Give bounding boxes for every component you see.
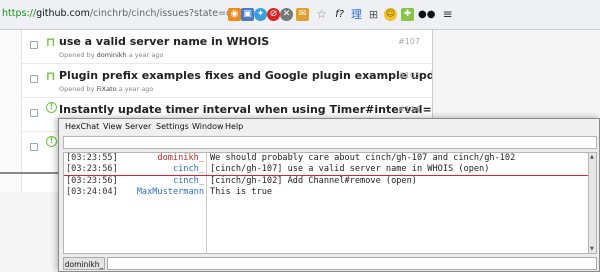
issue-meta: Opened by FiXato a year ago	[59, 85, 154, 93]
open-issue-icon: !	[46, 102, 57, 113]
star-icon[interactable]: ☆	[315, 8, 328, 21]
chat-line: [03:24:04] MaxMustermann This is true	[64, 187, 588, 198]
mail-icon[interactable]: ✉	[296, 8, 309, 21]
chat-message: We should probably care about cinch/gh-1…	[210, 153, 516, 163]
chat-nick[interactable]: MaxMustermann	[137, 187, 204, 198]
issue-meta: Opened by dominikh a year ago	[59, 51, 164, 59]
window-edge	[0, 172, 58, 174]
menu-hexchat[interactable]: HexChat	[65, 122, 99, 131]
issue-number: #107	[398, 37, 420, 46]
message-input[interactable]	[107, 257, 597, 270]
timestamp: [03:23:56]	[66, 176, 118, 186]
topic-field[interactable]	[63, 136, 597, 149]
menu-settings[interactable]: Settings	[156, 122, 189, 131]
issue-title[interactable]: Plugin prefix examples fixes and Google …	[59, 69, 432, 82]
glasses-icon[interactable]: ●●	[418, 8, 435, 21]
chat-scrollbar[interactable]: ▲ ▼	[589, 152, 597, 254]
pull-request-icon: ⊓	[46, 35, 56, 49]
close-icon[interactable]: ✕	[280, 8, 293, 21]
rss-icon[interactable]: ◉	[228, 8, 241, 21]
timestamp: [03:23:55]	[66, 153, 118, 163]
issue-number: #104	[398, 105, 420, 114]
page-left-strip	[0, 30, 22, 192]
timestamp: [03:24:04]	[66, 187, 118, 197]
issue-checkbox[interactable]	[30, 109, 38, 117]
menu-help[interactable]: Help	[225, 122, 243, 131]
menu-icon[interactable]: ≡	[441, 8, 454, 21]
hexchat-window: HexChat View Server Settings Window Help…	[58, 118, 600, 272]
grid-icon[interactable]: ⊞	[367, 8, 380, 21]
scroll-down-icon[interactable]: ▼	[590, 246, 594, 252]
scroll-up-icon[interactable]: ▲	[590, 154, 594, 160]
menu-server[interactable]: Server	[125, 122, 151, 131]
chat-nick[interactable]: dominikh_	[157, 153, 204, 164]
screenshot-icon[interactable]: ▣	[241, 8, 254, 21]
menu-view[interactable]: View	[103, 122, 122, 131]
issue-author[interactable]: dominikh	[97, 51, 127, 59]
share-icon[interactable]: ✦	[254, 8, 267, 21]
block-icon[interactable]: ⊘	[267, 8, 280, 21]
hexchat-menubar: HexChat View Server Settings Window Help	[59, 119, 599, 135]
chat-log[interactable]: [03:23:55] dominikh_ We should probably …	[63, 152, 589, 254]
open-issue-icon: !	[46, 136, 57, 147]
translate-icon[interactable]: 理	[350, 8, 363, 21]
chat-line: [03:23:55] dominikh_ We should probably …	[64, 153, 588, 164]
puzzle-icon[interactable]: ✚	[401, 8, 414, 21]
chat-line: [03:23:56] cinch_ [cinch/gh-102] Add Cha…	[64, 176, 588, 187]
issue-row[interactable]: ⊓ Plugin prefix examples fixes and Googl…	[22, 64, 432, 98]
timestamp: [03:23:56]	[66, 164, 118, 174]
issue-checkbox[interactable]	[30, 143, 38, 151]
chat-message: [cinch/gh-102] Add Channel#remove (open)	[210, 176, 417, 186]
chat-line: [03:23:56] cinch_ [cinch/gh-107] use a v…	[64, 164, 588, 175]
menu-window[interactable]: Window	[192, 122, 224, 131]
chat-nick[interactable]: cinch_	[173, 164, 204, 175]
issue-checkbox[interactable]	[30, 75, 38, 83]
issue-author[interactable]: FiXato	[97, 85, 117, 93]
issue-number: #105	[398, 71, 420, 80]
issue-title[interactable]: use a valid server name in WHOIS	[59, 35, 269, 48]
smiley-icon[interactable]: ☺	[384, 8, 397, 21]
font-icon[interactable]: f?	[333, 8, 346, 21]
issue-checkbox[interactable]	[30, 41, 38, 49]
nick-button[interactable]: dominikh_	[63, 257, 105, 270]
chat-message: This is true	[210, 187, 273, 197]
input-row: dominikh_	[59, 256, 599, 272]
issue-row[interactable]: ⊓ use a valid server name in WHOIS Opene…	[22, 30, 432, 64]
chat-nick[interactable]: cinch_	[173, 176, 204, 187]
address-bar[interactable]: https://github.com/cinchrb/cinch/issues?…	[0, 0, 600, 30]
chat-message: [cinch/gh-107] use a valid server name i…	[210, 164, 490, 174]
issue-title[interactable]: Instantly update timer interval when usi…	[59, 103, 432, 116]
pull-request-icon: ⊓	[46, 69, 56, 83]
url-text[interactable]: https://github.com/cinchrb/cinch/issues?…	[2, 8, 250, 19]
